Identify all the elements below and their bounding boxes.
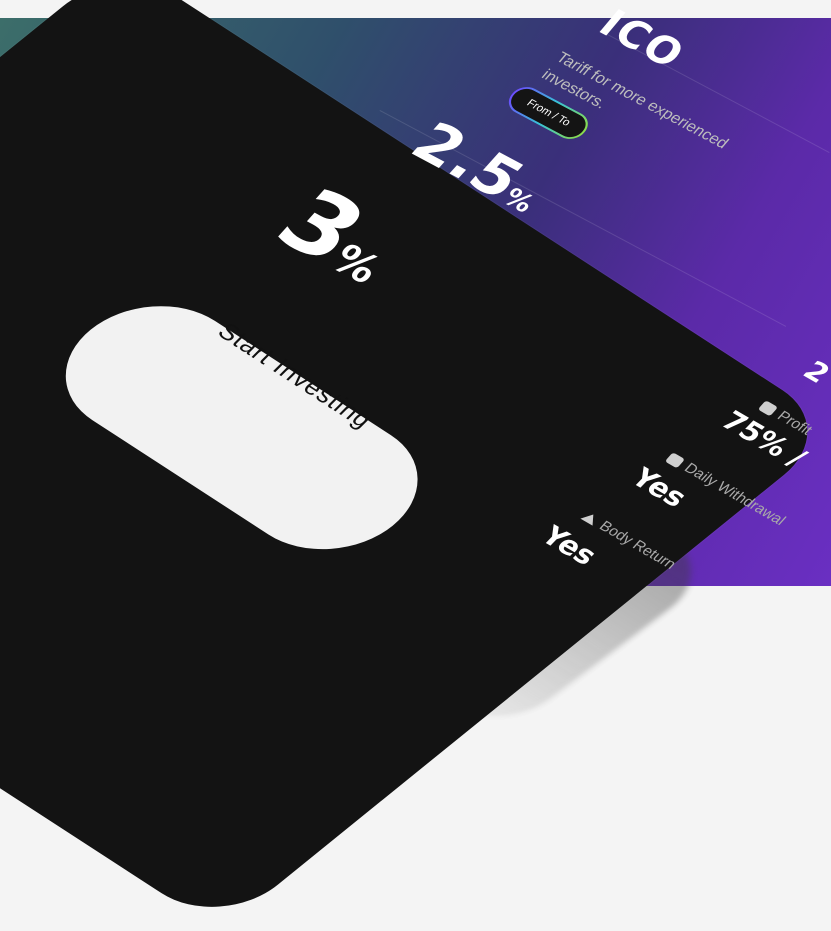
arrow-up-icon bbox=[580, 511, 600, 526]
wallet-icon bbox=[757, 400, 779, 417]
daily-withdrawal-label-text: Daily Withdrawal bbox=[680, 460, 790, 529]
rate-from: 2.5% bbox=[398, 110, 562, 224]
wallet-icon bbox=[664, 452, 686, 469]
rate-to: 3% bbox=[256, 170, 423, 301]
stat-partial-value: 2 bbox=[796, 355, 831, 390]
card-content: ICO Tariff for more experienced investor… bbox=[0, 0, 831, 586]
body-return-label-text: Body Return bbox=[595, 518, 680, 573]
plan-title: ICO bbox=[589, 2, 695, 78]
